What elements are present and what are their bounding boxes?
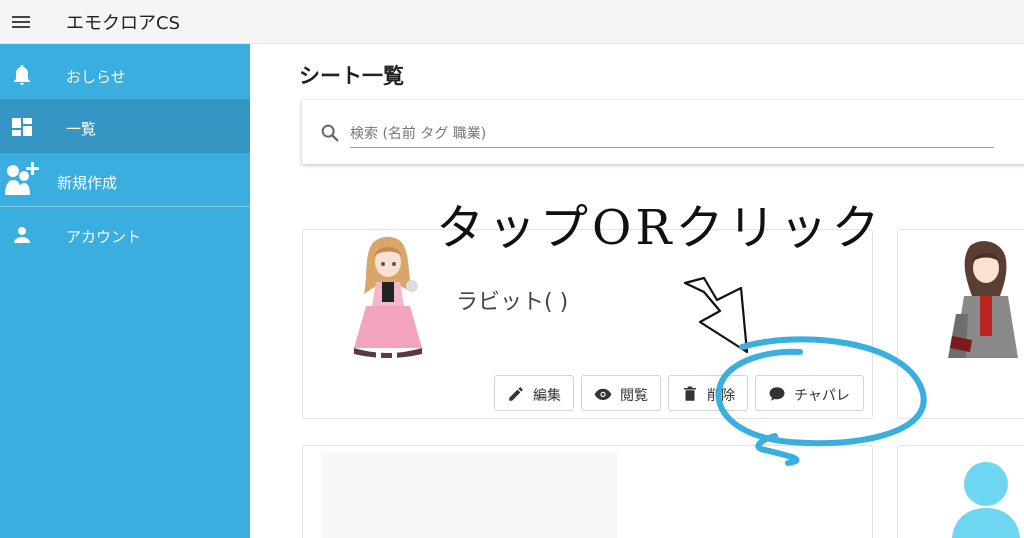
- character-portrait-placeholder: [322, 452, 618, 538]
- hamburger-menu-icon[interactable]: [11, 12, 31, 32]
- chat-palette-button-label: チャパレ: [794, 388, 850, 404]
- bell-icon: [14, 65, 30, 85]
- chat-palette-button[interactable]: チャパレ: [755, 375, 864, 411]
- default-avatar-icon: [952, 462, 1020, 538]
- trash-icon: [684, 386, 696, 401]
- character-portrait: [354, 236, 422, 358]
- edit-button[interactable]: 編集: [494, 375, 574, 411]
- app-bar: エモクロアCS: [0, 0, 1024, 44]
- pencil-icon: [509, 387, 523, 401]
- add-person-icon: [5, 162, 39, 195]
- delete-button[interactable]: 削除: [668, 375, 748, 411]
- sidebar-item-label: おしらせ: [66, 68, 126, 86]
- character-name: ラビット( ): [456, 290, 569, 315]
- chat-bubble-icon: [769, 387, 785, 401]
- search-bar: [302, 100, 1024, 164]
- sidebar-item-label: 新規作成: [57, 174, 118, 192]
- person-icon: [14, 227, 30, 243]
- sidebar: おしらせ 一覧 新規作成 アカウント: [0, 44, 250, 538]
- sidebar-item-notices[interactable]: おしらせ: [0, 47, 250, 101]
- sidebar-item-account[interactable]: アカウント: [0, 207, 250, 261]
- sidebar-item-label: アカウント: [66, 228, 142, 246]
- page-title: シート一覧: [299, 64, 404, 88]
- dashboard-icon: [12, 118, 32, 136]
- view-button[interactable]: 閲覧: [581, 375, 661, 411]
- edit-button-label: 編集: [533, 388, 561, 404]
- sidebar-item-label: 一覧: [66, 120, 97, 138]
- search-input[interactable]: [350, 120, 994, 148]
- search-icon: [321, 124, 339, 142]
- app-title: エモクロアCS: [66, 13, 180, 34]
- sidebar-item-create[interactable]: 新規作成: [0, 153, 250, 207]
- annotation-text: タップORクリック: [436, 200, 884, 256]
- delete-button-label: 削除: [707, 388, 735, 404]
- sidebar-item-list[interactable]: 一覧: [0, 99, 250, 153]
- eye-icon: [594, 388, 612, 400]
- view-button-label: 閲覧: [620, 388, 648, 404]
- character-portrait: [948, 241, 1018, 358]
